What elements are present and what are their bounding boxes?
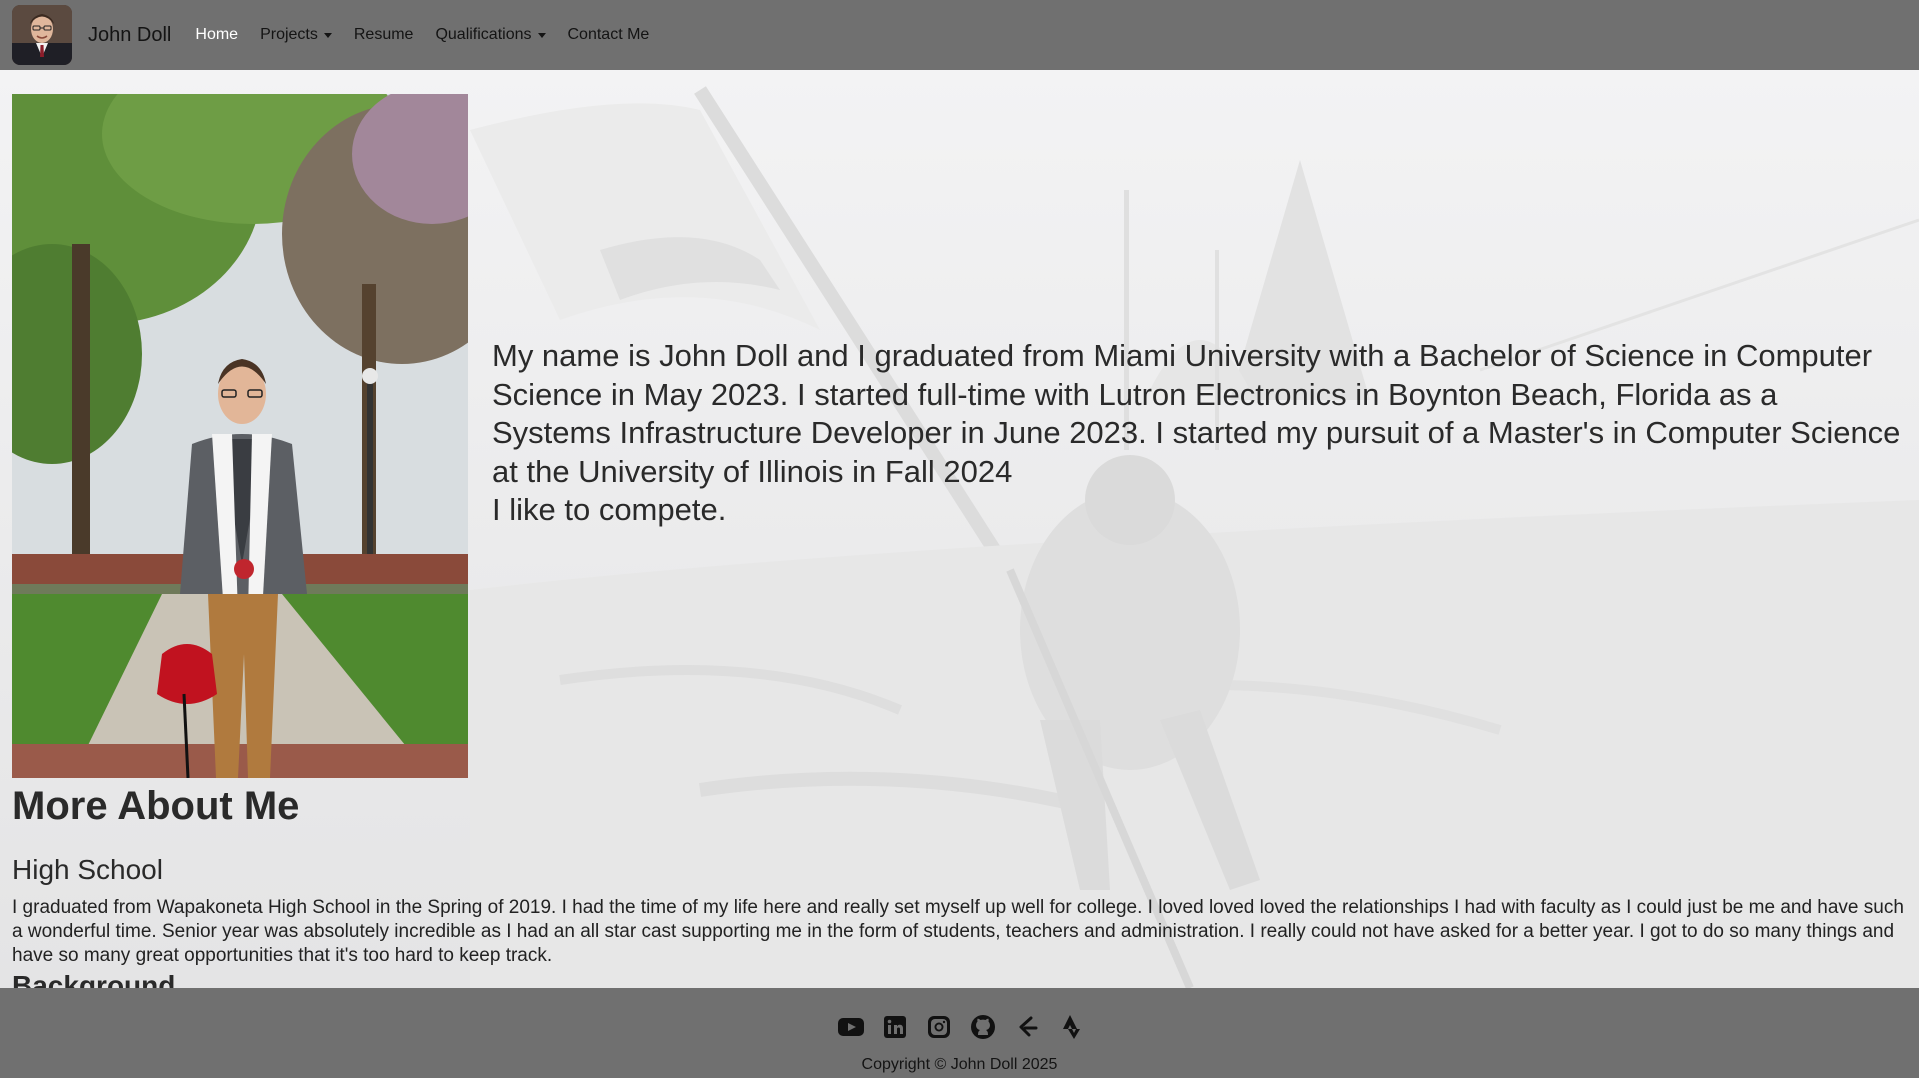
social-links bbox=[836, 1012, 1086, 1042]
nav-projects-label: Projects bbox=[260, 26, 318, 43]
strava-icon[interactable] bbox=[1056, 1012, 1086, 1042]
nav-resume[interactable]: Resume bbox=[354, 26, 414, 44]
background-heading: Background bbox=[12, 970, 176, 988]
caret-down-icon bbox=[537, 32, 546, 38]
graduation-photo bbox=[12, 94, 468, 778]
instagram-icon[interactable] bbox=[924, 1012, 954, 1042]
graduation-photo-art bbox=[12, 94, 468, 778]
nav-qualifications-label: Qualifications bbox=[435, 26, 532, 43]
youtube-icon[interactable] bbox=[836, 1012, 866, 1042]
nav-qualifications-dropdown[interactable]: Qualifications bbox=[435, 26, 546, 44]
high-school-text: I graduated from Wapakoneta High School … bbox=[12, 897, 1904, 966]
intro-text: My name is John Doll and I graduated fro… bbox=[492, 337, 1904, 530]
brand-avatar[interactable] bbox=[12, 5, 72, 65]
github-icon[interactable] bbox=[968, 1012, 998, 1042]
nav-projects-dropdown[interactable]: Projects bbox=[260, 26, 332, 44]
caret-down-icon bbox=[323, 32, 332, 38]
more-about-me-heading: More About Me bbox=[12, 784, 300, 828]
nav-contact-label: Contact Me bbox=[567, 26, 650, 43]
brand-name[interactable]: John Doll bbox=[88, 24, 171, 47]
nav-contact-me[interactable]: Contact Me bbox=[568, 26, 650, 44]
intro-tagline: I like to compete. bbox=[492, 492, 727, 527]
home-content: My name is John Doll and I graduated fro… bbox=[0, 70, 1919, 988]
leetcode-icon[interactable] bbox=[1012, 1012, 1042, 1042]
nav-home-label: Home bbox=[195, 26, 239, 43]
nav-home[interactable]: Home bbox=[195, 26, 238, 44]
nav-resume-label: Resume bbox=[353, 26, 414, 43]
high-school-heading: High School bbox=[12, 854, 163, 885]
top-navbar: John Doll Home Projects Resume Qualifica… bbox=[0, 0, 1919, 70]
copyright-text: Copyright © John Doll 2025 bbox=[861, 1056, 1058, 1073]
linkedin-icon[interactable] bbox=[880, 1012, 910, 1042]
main-content-area[interactable]: My name is John Doll and I graduated fro… bbox=[0, 70, 1919, 988]
intro-paragraph: My name is John Doll and I graduated fro… bbox=[492, 338, 1901, 489]
avatar-portrait bbox=[12, 5, 72, 65]
